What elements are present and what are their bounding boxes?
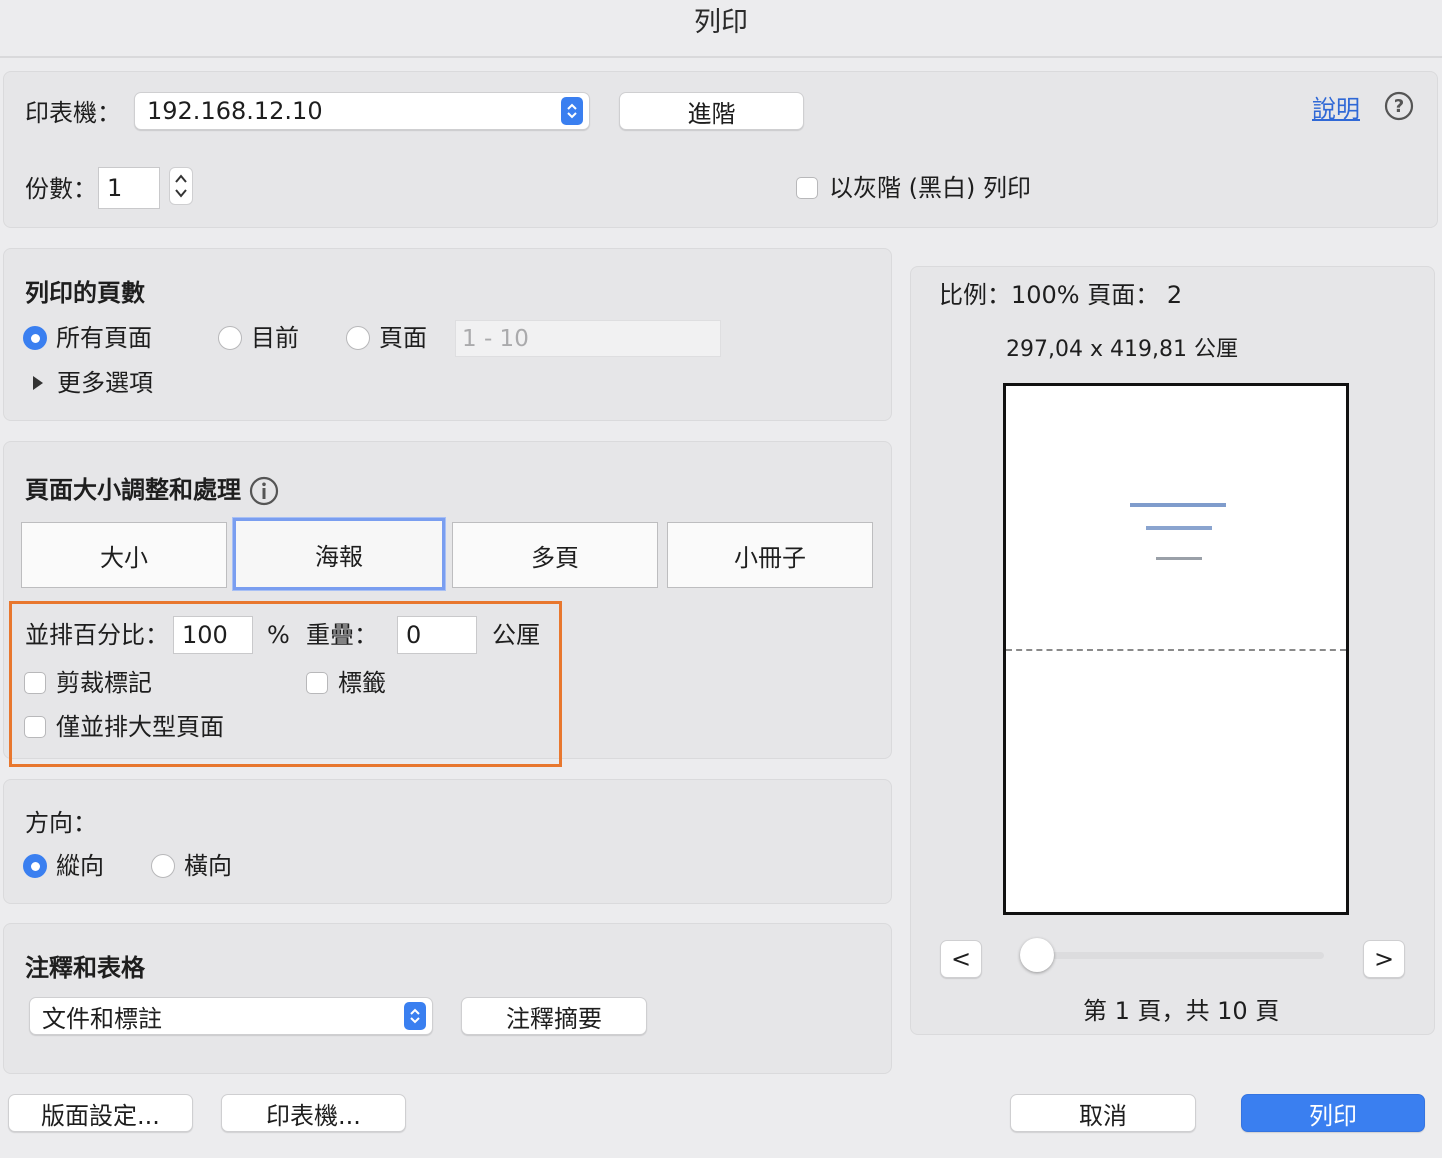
comments-heading: 注釋和表格 bbox=[25, 954, 145, 982]
overlap-unit: 公厘 bbox=[492, 621, 540, 649]
page-slider-thumb[interactable] bbox=[1020, 938, 1054, 972]
page-setup-button[interactable]: 版面設定... bbox=[8, 1094, 193, 1132]
tile-scale-input[interactable]: 100 bbox=[173, 616, 253, 654]
info-circle-icon[interactable] bbox=[249, 476, 279, 506]
radio-all-pages[interactable] bbox=[23, 326, 47, 350]
overlap-label: 重疊： bbox=[306, 621, 378, 649]
print-button[interactable]: 列印 bbox=[1241, 1094, 1425, 1132]
labels-checkbox[interactable] bbox=[306, 672, 328, 694]
comments-select[interactable]: 文件和標註 bbox=[29, 997, 433, 1035]
printer-value: 192.168.12.10 bbox=[147, 97, 323, 125]
cut-marks-label: 剪裁標記 bbox=[56, 669, 152, 697]
radio-portrait[interactable] bbox=[23, 854, 47, 878]
preview-content-line bbox=[1146, 526, 1212, 530]
labels-label: 標籤 bbox=[338, 669, 386, 697]
radio-page-range[interactable] bbox=[346, 326, 370, 350]
window-title: 列印 bbox=[694, 7, 748, 38]
radio-all-pages-label: 所有頁面 bbox=[56, 324, 152, 352]
radio-page-range-label: 頁面 bbox=[379, 324, 427, 352]
radio-landscape-label: 橫向 bbox=[184, 852, 232, 880]
advanced-button[interactable]: 進階 bbox=[619, 92, 804, 130]
comments-value: 文件和標註 bbox=[42, 1004, 162, 1033]
radio-landscape[interactable] bbox=[151, 854, 175, 878]
tile-scale-label: 並排百分比： bbox=[25, 621, 169, 649]
copies-input[interactable]: 1 bbox=[98, 167, 160, 209]
copies-label: 份數： bbox=[25, 175, 97, 203]
tile-divider-dashed bbox=[1006, 649, 1346, 651]
select-arrows-icon bbox=[561, 97, 583, 125]
tab-poster[interactable]: 海報 bbox=[233, 518, 445, 590]
preview-content-line bbox=[1156, 557, 1202, 560]
tile-large-only-checkbox[interactable] bbox=[24, 716, 46, 738]
help-link[interactable]: 說明 bbox=[1312, 89, 1360, 124]
preview-dimensions: 297,04 x 419,81 公厘 bbox=[1006, 337, 1238, 362]
preview-content-line bbox=[1130, 503, 1226, 507]
radio-current-page[interactable] bbox=[218, 326, 242, 350]
grayscale-checkbox[interactable] bbox=[796, 177, 818, 199]
tile-large-only-label: 僅並排大型頁面 bbox=[56, 713, 224, 741]
title-divider bbox=[0, 56, 1442, 58]
orientation-panel bbox=[3, 779, 892, 904]
page-sizing-heading: 頁面大小調整和處理 bbox=[25, 476, 241, 504]
percent-sign: % bbox=[267, 621, 290, 649]
page-status: 第 1 頁，共 10 頁 bbox=[1083, 997, 1280, 1025]
preview-page bbox=[1003, 383, 1349, 915]
page-range-input[interactable]: 1 - 10 bbox=[455, 320, 721, 357]
summarize-comments-button[interactable]: 注釋摘要 bbox=[461, 997, 647, 1035]
radio-current-page-label: 目前 bbox=[251, 324, 299, 352]
cut-marks-checkbox[interactable] bbox=[24, 672, 46, 694]
svg-text:?: ? bbox=[1394, 96, 1404, 117]
overlap-input[interactable]: 0 bbox=[397, 616, 477, 654]
orientation-heading: 方向： bbox=[25, 809, 97, 837]
help-circle-icon[interactable]: ? bbox=[1384, 91, 1414, 121]
radio-portrait-label: 縱向 bbox=[56, 852, 104, 880]
more-options-label[interactable]: 更多選項 bbox=[57, 368, 153, 398]
tab-multiple[interactable]: 多頁 bbox=[452, 522, 658, 588]
prev-page-button[interactable]: < bbox=[940, 940, 982, 978]
grayscale-label: 以灰階 (黑白) 列印 bbox=[829, 174, 1031, 202]
disclosure-triangle-icon[interactable] bbox=[32, 375, 44, 395]
printer-label: 印表機： bbox=[25, 99, 121, 127]
preview-scale-text: 比例：100% 頁面： 2 bbox=[939, 281, 1183, 309]
next-page-button[interactable]: > bbox=[1363, 940, 1405, 978]
copies-stepper[interactable] bbox=[169, 167, 193, 205]
tab-booklet[interactable]: 小冊子 bbox=[667, 522, 873, 588]
printer-select[interactable]: 192.168.12.10 bbox=[134, 92, 590, 130]
pages-heading: 列印的頁數 bbox=[25, 279, 145, 307]
printer-button[interactable]: 印表機... bbox=[221, 1094, 406, 1132]
page-slider-track[interactable] bbox=[1034, 952, 1324, 959]
tab-size[interactable]: 大小 bbox=[21, 522, 227, 588]
select-arrows-icon bbox=[404, 1002, 426, 1030]
cancel-button[interactable]: 取消 bbox=[1010, 1094, 1196, 1132]
